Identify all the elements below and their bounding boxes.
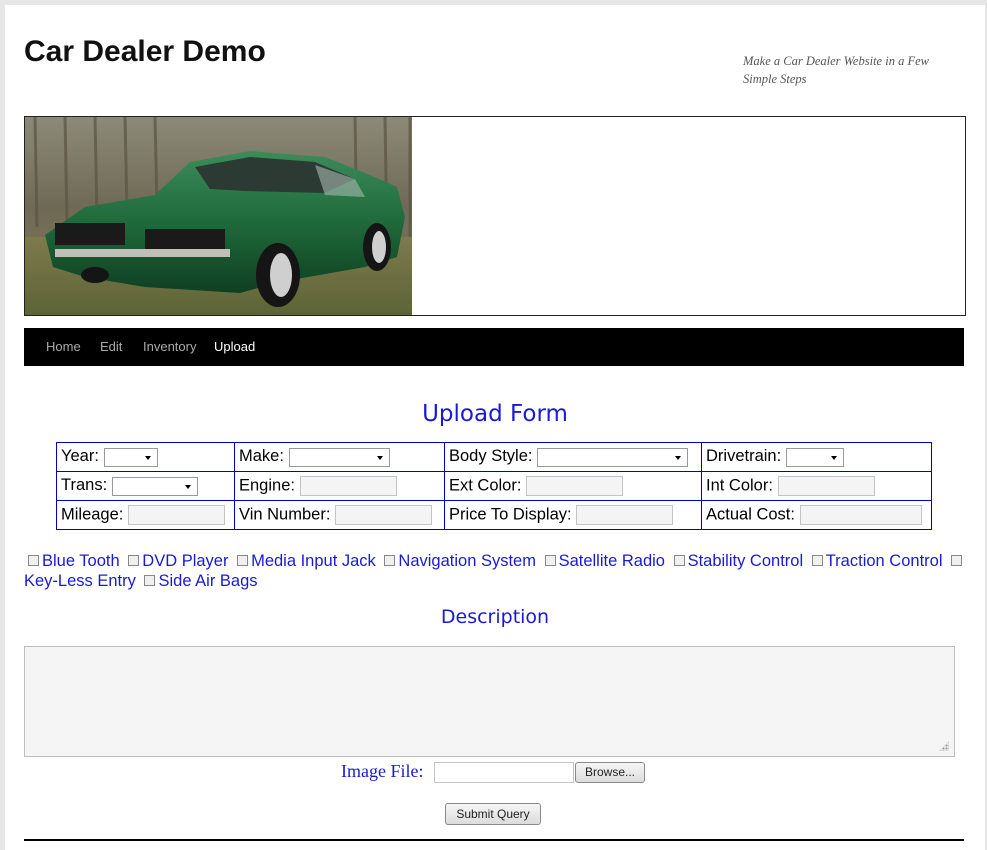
price-to-display-label: Price To Display: [449, 505, 572, 524]
feature-label: Side Air Bags [158, 572, 258, 590]
satellite-radio-checkbox[interactable] [544, 554, 556, 566]
body-style-select[interactable] [537, 447, 689, 467]
table-row: Trans: Engine: Ext Color: Int Color: [56, 471, 932, 501]
stability-control-checkbox[interactable] [673, 554, 685, 566]
submit-query-button[interactable]: Submit Query [445, 803, 541, 825]
drivetrain-select[interactable] [785, 447, 844, 467]
feature-dvd-player[interactable]: DVD Player [124, 552, 228, 570]
drivetrain-label: Drivetrain: [706, 447, 782, 466]
traction-control-checkbox[interactable] [811, 554, 823, 566]
description-title: Description [440, 606, 550, 628]
year-select[interactable] [103, 447, 158, 467]
page: Car Dealer Demo Make a Car Dealer Websit… [5, 5, 985, 850]
dvd-player-checkbox[interactable] [128, 554, 140, 566]
chevron-down-icon [675, 455, 682, 460]
chevron-down-icon [830, 455, 837, 460]
year-cell: Year: [56, 442, 235, 472]
make-select[interactable] [288, 447, 390, 467]
navigation-system-checkbox[interactable] [384, 554, 396, 566]
vin-number-cell: Vin Number: [234, 500, 445, 530]
mileage-label: Mileage: [61, 505, 124, 524]
price-to-display-input[interactable] [576, 505, 674, 525]
banner-car-photo [25, 117, 412, 315]
footer-divider [24, 839, 964, 841]
year-label: Year: [61, 447, 99, 466]
chevron-down-icon [376, 455, 383, 460]
chevron-down-icon [144, 455, 151, 460]
feature-label: Media Input Jack [251, 552, 376, 570]
feature-key-less-entry[interactable]: Key-Less Entry [24, 572, 136, 590]
feature-label: Traction Control [825, 552, 943, 570]
nav-item-home[interactable]: Home [46, 328, 81, 366]
drivetrain-cell: Drivetrain: [701, 442, 932, 472]
upload-form-title: Upload Form [422, 401, 568, 427]
feature-label: Key-Less Entry [24, 572, 136, 590]
feature-label: Navigation System [398, 552, 536, 570]
body-style-label: Body Style: [449, 447, 533, 466]
table-row: Year: Make: Body Style: Drivetrain: [56, 442, 932, 472]
feature-navigation-system[interactable]: Navigation System [380, 552, 536, 570]
nav-item-edit[interactable]: Edit [100, 328, 122, 366]
feature-traction-control[interactable]: Traction Control [808, 552, 943, 570]
nav-item-inventory[interactable]: Inventory [143, 328, 196, 366]
blue-tooth-checkbox[interactable] [28, 554, 39, 566]
engine-label: Engine: [239, 476, 295, 495]
int-color-input[interactable] [777, 476, 875, 496]
feature-blue-tooth[interactable]: Blue Tooth [24, 552, 120, 570]
resize-grip-icon[interactable] [939, 741, 949, 751]
browse-button[interactable]: Browse... [575, 762, 645, 783]
make-label: Make: [239, 447, 284, 466]
mileage-input[interactable] [127, 505, 225, 525]
image-file-label: Image File: [341, 761, 424, 781]
body-style-cell: Body Style: [444, 442, 702, 472]
feature-media-input-jack[interactable]: Media Input Jack [233, 552, 376, 570]
trans-label: Trans: [61, 476, 108, 495]
feature-checkboxes: Blue Tooth DVD Player Media Input Jack N… [24, 551, 969, 591]
nav-item-upload[interactable]: Upload [214, 328, 255, 366]
key-less-entry-checkbox[interactable] [951, 554, 963, 566]
header-banner [24, 116, 966, 316]
description-textarea[interactable] [24, 646, 955, 757]
chevron-down-icon [184, 484, 191, 489]
feature-label: DVD Player [142, 552, 229, 570]
int-color-label: Int Color: [706, 476, 773, 495]
vehicle-spec-table: Year: Make: Body Style: Drivetrain: Tran… [56, 442, 932, 530]
table-row: Mileage: Vin Number: Price To Display: A… [56, 500, 932, 530]
engine-input[interactable] [299, 476, 397, 496]
feature-label: Stability Control [687, 552, 804, 570]
image-file-input[interactable] [434, 762, 574, 783]
ext-color-input[interactable] [526, 476, 624, 496]
feature-satellite-radio[interactable]: Satellite Radio [541, 552, 665, 570]
ext-color-cell: Ext Color: [444, 471, 702, 501]
actual-cost-label: Actual Cost: [706, 505, 795, 524]
trans-cell: Trans: [56, 471, 235, 501]
trans-select[interactable] [111, 476, 198, 496]
site-tagline: Make a Car Dealer Website in a Few Simpl… [743, 54, 929, 86]
feature-stability-control[interactable]: Stability Control [670, 552, 804, 570]
feature-label: Blue Tooth [42, 552, 120, 570]
mileage-cell: Mileage: [56, 500, 235, 530]
actual-cost-input[interactable] [799, 505, 922, 525]
actual-cost-cell: Actual Cost: [701, 500, 932, 530]
int-color-cell: Int Color: [701, 471, 932, 501]
make-cell: Make: [234, 442, 445, 472]
engine-cell: Engine: [234, 471, 445, 501]
vin-number-input[interactable] [335, 505, 432, 525]
ext-color-label: Ext Color: [449, 476, 522, 495]
site-title[interactable]: Car Dealer Demo [24, 35, 266, 69]
price-to-display-cell: Price To Display: [444, 500, 702, 530]
vin-number-label: Vin Number: [239, 505, 331, 524]
side-air-bags-checkbox[interactable] [144, 574, 156, 586]
feature-side-air-bags[interactable]: Side Air Bags [140, 572, 258, 590]
feature-label: Satellite Radio [558, 552, 665, 570]
media-input-jack-checkbox[interactable] [237, 554, 249, 566]
main-nav: Home Edit Inventory Upload [24, 328, 964, 366]
